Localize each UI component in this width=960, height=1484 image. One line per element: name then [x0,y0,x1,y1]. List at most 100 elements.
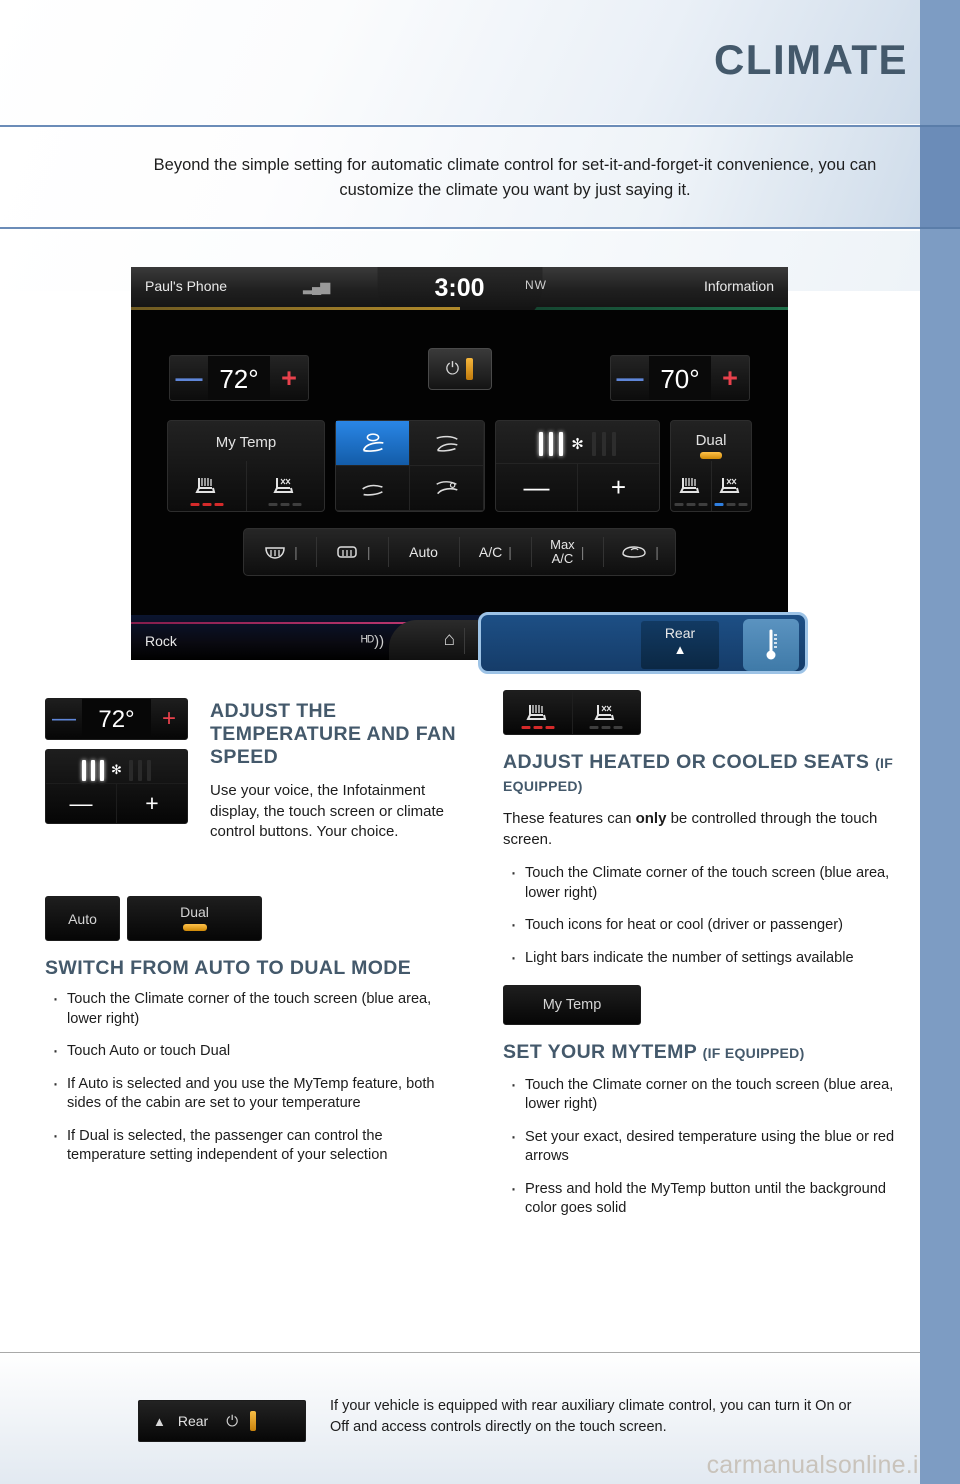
thumbnail-rear-climate-button: ▲ Rear ⏻ [138,1400,306,1442]
thumbnail-my-temp-button: My Temp [503,984,641,1025]
thumbnail-dual-button: Dual [127,896,262,941]
list-item: Light bars indicate the number of settin… [503,944,903,971]
infotainment-screenshot: Paul's Phone ▂▄▆ 3:00 NW Information — 7… [131,267,808,674]
rear-defrost-button[interactable]: | [244,529,316,575]
driver-heated-seat-button[interactable] [168,461,246,511]
section-heading-seats: ADJUST HEATED OR COOLED SEATS (IF EQUIPP… [503,751,903,797]
thumbnail-seat-buttons [503,690,641,735]
recirculation-button[interactable]: | [603,529,675,575]
driver-cooled-seat-button[interactable] [245,461,325,511]
intro-band: Beyond the simple setting for automatic … [0,125,920,229]
recirculation-indicator: | [655,544,659,560]
vent-face-icon [362,433,383,452]
thumbnail-cooled-seat [571,691,641,734]
up-arrow-icon: ▲ [153,1413,166,1429]
passenger-temp-increase-button[interactable]: + [711,356,749,400]
signal-bars-icon: ▂▄▆ [303,279,330,294]
hd-radio-icon: ᴴᴰ)) [361,633,385,650]
driver-cool-level-bars [268,503,302,506]
heated-seat-icon [526,704,547,720]
heated-seat-icon [195,478,216,493]
section-heading-seats-main: ADJUST HEATED OR COOLED SEATS [503,751,870,773]
bullets-seats: Touch the Climate corner of the touch sc… [503,859,903,971]
ac-indicator: | [508,544,512,560]
passenger-heated-seat-button[interactable] [671,461,711,511]
driver-temperature-control[interactable]: — 72° + [169,355,309,401]
mode-face-button[interactable] [336,421,410,466]
list-item: Press and hold the MyTemp button until t… [503,1175,903,1219]
clock: 3:00 [434,274,485,302]
driver-temp-increase-button[interactable]: + [270,356,308,400]
mode-face-feet-button[interactable] [410,421,484,466]
list-item: Touch Auto or touch Dual [45,1037,465,1064]
my-temp-card[interactable]: My Temp [167,420,325,512]
thumbnail-dual-indicator [182,924,207,931]
driver-temp-decrease-button[interactable]: — [170,356,208,400]
right-column: ADJUST HEATED OR COOLED SEATS (IF EQUIPP… [503,690,903,1232]
thumb-temp-minus: — [52,705,76,732]
max-ac-label-line2: A/C [551,551,574,566]
passenger-temp-value: 70° [649,356,711,400]
driver-heat-level-bars [190,503,224,506]
list-item: If Auto is selected and you use the MyTe… [45,1070,465,1114]
max-ac-button[interactable]: Max A/C | [531,529,603,575]
footer-note: If your vehicle is equipped with rear au… [330,1398,852,1436]
section-heading-temp-fan: ADJUST THE TEMPERATURE AND FAN SPEED [210,700,456,768]
vent-face-feet-icon [435,435,458,452]
recirculation-icon [622,546,646,558]
cooled-seat-icon [719,478,740,493]
driver-temp-value: 72° [208,356,270,400]
heated-seat-icon [679,478,700,493]
mode-feet-button[interactable] [336,466,410,511]
thermometer-icon [766,629,777,660]
seats-body-before: These features can [503,810,636,827]
fan-increase-button[interactable]: + [577,464,659,511]
auto-button[interactable]: Auto [387,529,460,575]
thumbnail-cool-bars [589,726,623,729]
thumb-fan-adjust: — + [46,783,187,823]
climate-corner-highlight[interactable]: Rear ▲ [478,612,808,674]
thumb-fan-plus: + [116,784,187,823]
passenger-temperature-control[interactable]: — 70° + [610,355,750,401]
rear-climate-button[interactable]: Rear ▲ [641,621,719,669]
passenger-cooled-seat-button[interactable] [710,461,752,511]
page-title: CLIMATE [713,36,908,83]
mode-defrost-feet-button[interactable] [410,466,484,511]
fan-decrease-button[interactable]: — [496,464,577,511]
intro-text: Beyond the simple setting for automatic … [153,156,877,199]
vent-feet-icon [361,484,383,496]
home-icon[interactable]: ⌂ [444,629,455,651]
climate-card-row: My Temp ✻ — + Dual [167,420,752,512]
fan-icon: ✻ [571,436,584,453]
power-indicator-bar [466,358,474,380]
list-item: Touch the Climate corner of the touch sc… [503,859,903,903]
status-bar: Paul's Phone ▂▄▆ 3:00 NW Information [131,267,788,322]
vent-defrost-feet-icon [435,481,458,495]
front-defrost-button[interactable]: | [315,529,388,575]
climate-power-button[interactable]: ⏻ [427,348,492,390]
passenger-temp-decrease-button[interactable]: — [611,356,649,400]
passenger-cool-level-bars [714,503,748,506]
cooled-seat-icon [273,478,294,493]
rear-defrost-icon [265,547,285,559]
seats-body-bold: only [635,810,667,827]
power-indicator-bar [250,1411,257,1431]
thumb-fan-minus: — [69,790,93,816]
power-icon: ⏻ [445,359,460,378]
ac-label: A/C [478,544,503,560]
subband-rail [920,125,960,229]
power-icon: ⏻ [226,1412,239,1430]
dual-card[interactable]: Dual [670,420,752,512]
section-body-seats: These features can only be controlled th… [503,809,903,850]
audio-source-label[interactable]: Rock [145,633,177,649]
climate-tab-button[interactable] [743,619,799,671]
section-heading-mytemp-main: SET YOUR MYTEMP [503,1040,697,1063]
list-item: Touch the Climate corner on the touch sc… [503,1071,903,1115]
fan-speed-card: ✻ — + [495,420,660,512]
information-label[interactable]: Information [704,278,774,294]
passenger-seat-controls [671,461,751,511]
thumb-temp-plus: + [161,705,176,732]
climate-function-row: | | Auto A/C | Max A/C | | [243,528,676,576]
ac-button[interactable]: A/C | [459,529,531,575]
fan-adjust-row: — + [496,463,659,511]
